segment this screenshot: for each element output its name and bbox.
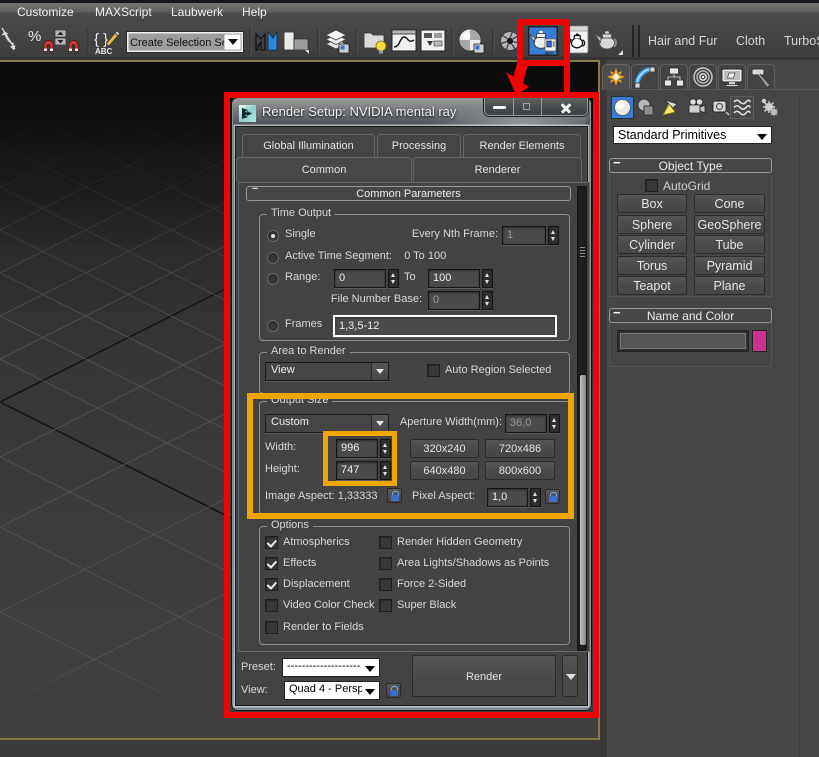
svg-text:TurboS: TurboS: [784, 34, 819, 48]
svg-text:%: %: [28, 28, 41, 45]
svg-text:Cloth: Cloth: [736, 34, 765, 48]
svg-text:Create Selection Se: Create Selection Se: [130, 37, 228, 49]
svg-text:Hair and Fur: Hair and Fur: [648, 34, 717, 48]
svg-text:{ }: { }: [94, 31, 108, 48]
svg-text:ABC: ABC: [95, 47, 113, 56]
